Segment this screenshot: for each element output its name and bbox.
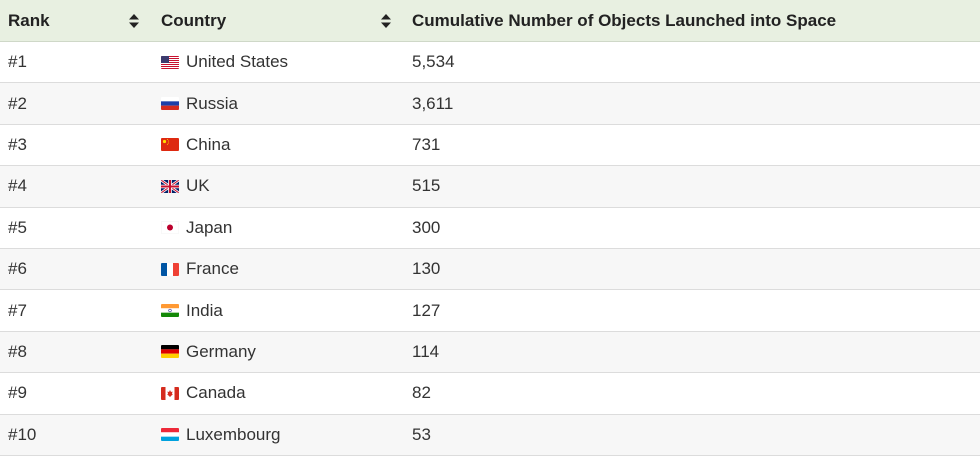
table-row: #9 Canada 82 — [0, 373, 980, 415]
rank-cell: #4 — [8, 176, 27, 196]
sort-icon[interactable] — [129, 13, 139, 28]
table-row: #1 United States 5,534 — [0, 42, 980, 84]
table-row: #10 Luxembourg 53 — [0, 414, 980, 456]
country-name: Japan — [186, 217, 233, 237]
table-row: #7 India 127 — [0, 290, 980, 332]
table-row: #5 Japan 300 — [0, 207, 980, 249]
country-name: India — [186, 300, 223, 320]
table-row: #3 China 731 — [0, 124, 980, 167]
country-name: Luxembourg — [186, 424, 281, 444]
country-name: UK — [186, 176, 210, 196]
table-row: #6 France 130 — [0, 248, 980, 291]
country-cell: France — [153, 259, 405, 279]
us-flag-icon — [161, 55, 179, 69]
country-cell: Japan — [153, 218, 405, 238]
rank-cell: #2 — [8, 93, 27, 113]
count-header-label: Cumulative Number of Objects Launched in… — [412, 10, 837, 30]
country-name: Germany — [186, 341, 256, 361]
count-cell: 82 — [412, 383, 431, 403]
count-cell: 3,611 — [412, 93, 454, 113]
country-name: Russia — [186, 93, 238, 113]
count-column-header[interactable]: Cumulative Number of Objects Launched in… — [405, 0, 980, 41]
count-cell: 5,534 — [412, 52, 455, 72]
country-column-header[interactable]: Country — [153, 0, 405, 41]
rank-cell: #1 — [8, 52, 27, 72]
country-header-label: Country — [161, 10, 227, 30]
germany-flag-icon — [161, 345, 179, 359]
sort-icon[interactable] — [381, 13, 391, 28]
country-name: United States — [186, 52, 289, 72]
france-flag-icon — [161, 262, 179, 276]
china-flag-icon — [161, 138, 179, 152]
country-name: France — [186, 259, 239, 279]
rank-header-label: Rank — [8, 10, 50, 30]
uk-flag-icon — [161, 179, 179, 193]
country-cell: United States — [153, 52, 405, 72]
space-objects-table: Rank Country Cumulative Number of Object… — [0, 0, 980, 456]
country-cell: Luxembourg — [153, 425, 405, 445]
table-header-row: Rank Country Cumulative Number of Object… — [0, 0, 980, 42]
count-cell: 300 — [412, 217, 441, 237]
table-body: #1 United States 5,534 #2 Russia 3,611 #3 China… — [0, 42, 980, 456]
country-cell: China — [153, 135, 405, 155]
rank-cell: #8 — [8, 341, 27, 361]
country-cell: India — [153, 301, 405, 321]
count-cell: 114 — [412, 341, 440, 361]
count-cell: 731 — [412, 134, 441, 154]
count-cell: 53 — [412, 424, 431, 444]
country-name: Canada — [186, 383, 246, 403]
japan-flag-icon — [161, 221, 179, 235]
country-cell: Russia — [153, 94, 405, 114]
count-cell: 515 — [412, 176, 441, 196]
russia-flag-icon — [161, 97, 179, 111]
india-flag-icon — [161, 304, 179, 318]
rank-cell: #10 — [8, 424, 37, 444]
rank-cell: #3 — [8, 134, 27, 154]
count-cell: 127 — [412, 300, 441, 320]
country-cell: Germany — [153, 342, 405, 362]
country-cell: UK — [153, 176, 405, 196]
rank-cell: #6 — [8, 259, 27, 279]
count-cell: 130 — [412, 259, 441, 279]
country-cell: Canada — [153, 383, 405, 403]
table-row: #8 Germany 114 — [0, 331, 980, 374]
table-row: #4 UK 515 — [0, 166, 980, 208]
country-name: China — [186, 134, 231, 154]
luxembourg-flag-icon — [161, 428, 179, 442]
rank-cell: #9 — [8, 383, 27, 403]
rank-column-header[interactable]: Rank — [0, 0, 153, 41]
rank-cell: #5 — [8, 217, 27, 237]
canada-flag-icon — [161, 386, 179, 400]
table-row: #2 Russia 3,611 — [0, 83, 980, 125]
rank-cell: #7 — [8, 300, 27, 320]
